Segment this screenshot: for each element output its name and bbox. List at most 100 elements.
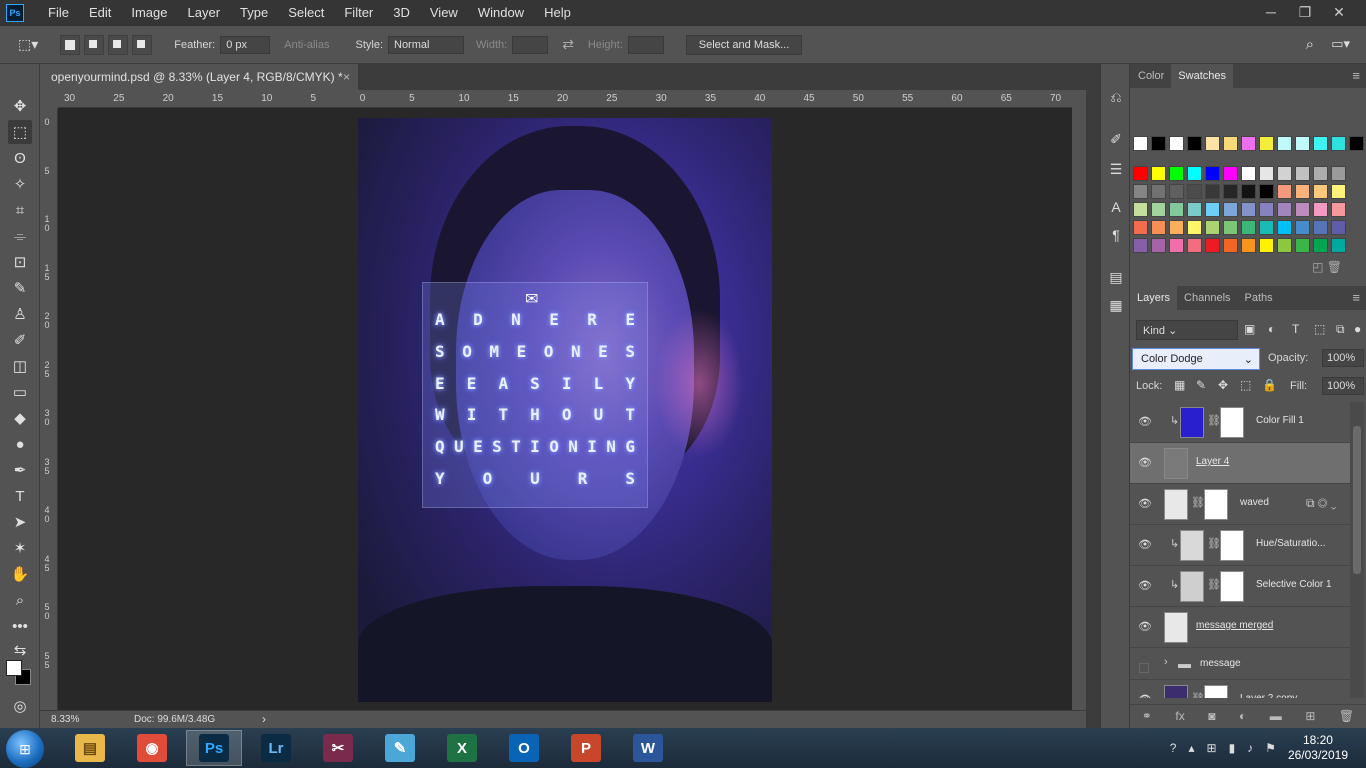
character-icon[interactable]: A [1105,196,1127,218]
link-layers-icon[interactable]: ⚭ [1142,709,1152,723]
color-swatch[interactable] [1187,202,1202,217]
color-swatch[interactable] [1295,202,1310,217]
eraser-tool-icon[interactable]: ◫ [8,354,32,378]
color-swatch[interactable] [1169,202,1184,217]
taskbar-excel-icon[interactable]: X [434,730,490,766]
color-swatch[interactable] [1241,202,1256,217]
layer-row[interactable]: 👁 ↳ ⛓ Color Fill 1 [1130,402,1350,443]
color-swatch[interactable] [1241,220,1256,235]
layer-thumbnail[interactable] [1180,530,1204,561]
pen-tool-icon[interactable]: ✒ [8,458,32,482]
color-swatch[interactable] [1295,184,1310,199]
intersect-selection-button[interactable] [132,34,153,55]
visibility-eye-icon[interactable]: 👁 [1138,456,1152,469]
group-expand-icon[interactable]: › [1164,656,1168,668]
layer-row[interactable]: 👁 ⛓ waved ⧉ ◎ ⌄ [1130,484,1350,525]
menu-layer[interactable]: Layer [178,0,231,26]
layer-name[interactable]: Hue/Saturatio... [1256,538,1325,549]
menu-image[interactable]: Image [121,0,177,26]
color-swatch[interactable] [1259,136,1274,151]
quick-select-icon[interactable]: ✧ [8,172,32,196]
adjustment-layer-icon[interactable]: ◐ [1239,709,1246,723]
kind-filter-select[interactable]: Kind ⌄ [1136,320,1238,340]
color-swatch[interactable] [1259,238,1274,253]
menu-3d[interactable]: 3D [383,0,420,26]
move-tool-icon[interactable]: ✥ [8,94,32,118]
filter-adjustment-icon[interactable]: ◐ [1268,322,1275,336]
smart-filter-icons[interactable]: ⧉ ◎ ⌄ [1306,496,1336,511]
layer-row[interactable]: 👁 ↳ ⛓ Hue/Saturatio... [1130,525,1350,566]
color-swatch[interactable] [1241,166,1256,181]
tab-layers[interactable]: Layers [1130,286,1178,310]
help-icon[interactable]: ? [1170,741,1177,755]
color-swatch[interactable] [1169,166,1184,181]
gradient-tool-icon[interactable]: ▭ [8,380,32,404]
layers-menu-icon[interactable]: ≡ [1352,286,1360,310]
blend-mode-select[interactable]: Color Dodge ⌄ [1132,348,1260,370]
color-swatch[interactable] [1169,136,1184,151]
color-swatch[interactable] [1259,184,1274,199]
link-chain-icon[interactable]: ⛓ [1191,692,1205,698]
path-select-icon[interactable]: ➤ [8,510,32,534]
blur-tool-icon[interactable]: ◆ [8,406,32,430]
color-swatch[interactable] [1277,166,1292,181]
color-swatch[interactable] [1241,136,1256,151]
color-swatch[interactable] [1259,166,1274,181]
antialias-checkbox[interactable]: Anti-alias [284,39,329,51]
canvas-area[interactable]: ✉ ADNERESOMEONESEEASILYWITHOUTQUESTIONIN… [58,108,1072,710]
color-swatch[interactable] [1223,220,1238,235]
select-and-mask-button[interactable]: Select and Mask... [685,34,803,55]
libraries-icon[interactable]: ▤ [1105,266,1127,288]
color-swatch[interactable] [1295,136,1310,151]
layer-mask-thumbnail[interactable] [1220,571,1244,602]
color-swatch[interactable] [1151,166,1166,181]
layer-name[interactable]: Layer 4 [1196,456,1229,467]
color-swatch[interactable] [1133,184,1148,199]
taskbar-notepad-icon[interactable]: ✎ [372,730,428,766]
menu-help[interactable]: Help [534,0,581,26]
sound-icon[interactable]: ♪ [1247,741,1253,755]
paragraph-icon[interactable]: ¶ [1105,224,1127,246]
color-swatch[interactable] [1331,202,1346,217]
color-swatch[interactable] [1133,166,1148,181]
menu-select[interactable]: Select [278,0,334,26]
visibility-eye-icon[interactable]: 👁 [1138,620,1152,633]
layer-mask-thumbnail[interactable] [1204,489,1228,520]
new-layer-icon[interactable]: ⊞ [1305,709,1315,723]
visibility-eye-icon[interactable]: 👁 [1138,538,1152,551]
fx-icon[interactable]: fx [1175,709,1184,723]
subtract-selection-button[interactable] [108,34,129,55]
new-selection-button[interactable] [60,34,81,55]
color-swatch[interactable] [1223,166,1238,181]
taskbar-lightroom-icon[interactable]: Lr [248,730,304,766]
color-swatch[interactable] [1277,184,1292,199]
tab-swatches[interactable]: Swatches [1171,64,1233,88]
crop-tool-icon[interactable]: ⌗ [8,198,32,222]
taskbar-photoshop-icon[interactable]: Ps [186,730,242,766]
color-swatch[interactable] [1205,220,1220,235]
color-swatch[interactable] [1187,166,1202,181]
color-swatch[interactable] [1223,202,1238,217]
layer-mask-thumbnail[interactable] [1220,530,1244,561]
color-swatch[interactable] [1205,166,1220,181]
color-swatch[interactable] [1313,220,1328,235]
link-chain-icon[interactable]: ⛓ [1191,496,1205,509]
color-swatch[interactable] [1277,238,1292,253]
layer-thumbnail[interactable] [1164,685,1188,698]
windows-icon[interactable]: ⊞ [1207,741,1217,755]
color-swatch[interactable] [1169,184,1184,199]
color-swatch[interactable] [1151,238,1166,253]
link-chain-icon[interactable]: ⛓ [1207,578,1221,591]
visibility-toggle[interactable] [1139,663,1149,673]
clock[interactable]: 18:20 26/03/2019 [1288,733,1348,763]
layer-name[interactable]: Selective Color 1 [1256,579,1332,590]
menu-file[interactable]: File [38,0,79,26]
lock-position-icon[interactable]: ✥ [1218,378,1228,392]
layer-mask-thumbnail[interactable] [1204,685,1228,698]
color-swatch[interactable] [1223,136,1238,151]
layers-scrollbar[interactable] [1350,402,1364,698]
lock-pixels-icon[interactable]: ✎ [1196,378,1206,392]
color-swatch[interactable] [1313,184,1328,199]
color-swatch[interactable] [1313,136,1328,151]
color-swatch[interactable] [1169,238,1184,253]
